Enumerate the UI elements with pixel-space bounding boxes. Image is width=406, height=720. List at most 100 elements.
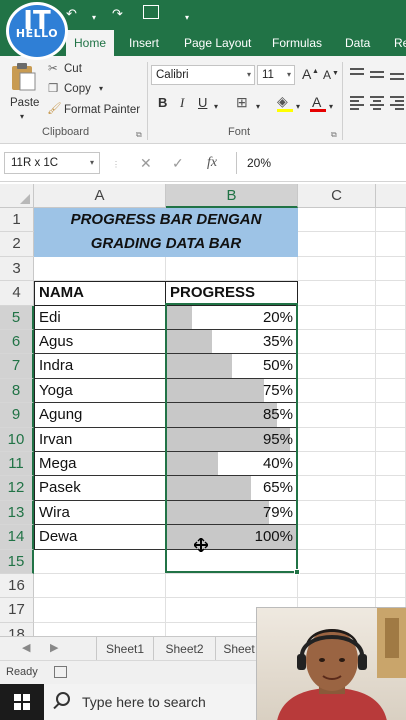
grid-cell[interactable] <box>376 232 406 257</box>
grid-cell[interactable] <box>166 574 298 599</box>
font-family-select[interactable]: Calibri ▾ <box>151 65 255 85</box>
font-size-select[interactable]: 11 ▾ <box>257 65 295 85</box>
row-header[interactable]: 9 <box>0 403 34 428</box>
insert-function-button[interactable]: fx <box>207 155 217 171</box>
grid-cell[interactable] <box>34 256 166 282</box>
tab-insert[interactable]: Insert <box>129 30 159 56</box>
grid-cell[interactable] <box>376 525 406 550</box>
name-cell[interactable]: Yoga <box>34 378 166 404</box>
row-header[interactable]: 13 <box>0 500 34 526</box>
form-icon[interactable] <box>143 5 159 19</box>
row-header[interactable]: 3 <box>0 256 34 282</box>
align-left-icon[interactable] <box>350 96 364 110</box>
grid-cell[interactable] <box>376 452 406 477</box>
font-launcher-icon[interactable]: ⧉ <box>331 128 337 142</box>
grid-cell[interactable] <box>376 281 406 306</box>
font-color-dropdown-icon[interactable]: ▾ <box>329 100 333 114</box>
progress-cell[interactable]: 79% <box>166 500 298 526</box>
tab-review[interactable]: Re <box>394 30 406 56</box>
shrink-font-button[interactable]: A <box>323 68 331 82</box>
row-header[interactable]: 2 <box>0 232 34 257</box>
grid-cell[interactable] <box>376 427 406 452</box>
fill-color-dropdown-icon[interactable]: ▾ <box>296 100 300 114</box>
select-all-button[interactable] <box>0 184 34 208</box>
grid-cell[interactable] <box>376 574 406 599</box>
macro-record-icon[interactable] <box>54 666 67 678</box>
column-header-b[interactable]: B <box>166 184 298 208</box>
progress-cell[interactable]: 35% <box>166 330 298 355</box>
cancel-icon[interactable]: ✕ <box>140 155 152 172</box>
progress-cell[interactable]: 65% <box>166 476 298 501</box>
sheet-next-icon[interactable]: ▶ <box>50 641 58 654</box>
name-cell[interactable]: Agung <box>34 403 166 428</box>
grow-font-button[interactable]: A <box>302 67 311 81</box>
borders-dropdown-icon[interactable]: ▾ <box>256 100 260 114</box>
cut-button[interactable]: Cut <box>64 62 82 76</box>
grid-cell[interactable] <box>298 305 376 330</box>
row-header[interactable]: 8 <box>0 378 34 404</box>
name-cell[interactable]: Indra <box>34 354 166 379</box>
name-cell[interactable]: Agus <box>34 330 166 355</box>
grid-cell[interactable] <box>298 208 376 233</box>
grid-cell[interactable] <box>298 232 376 257</box>
grid-cell[interactable] <box>376 330 406 355</box>
align-top-icon[interactable] <box>350 68 364 80</box>
column-header-d[interactable] <box>376 184 406 208</box>
copy-button[interactable]: Copy <box>64 82 91 96</box>
bold-button[interactable]: B <box>158 96 167 110</box>
grid-cell[interactable] <box>376 208 406 233</box>
progress-cell[interactable]: 20% <box>166 305 298 330</box>
grid-cell[interactable] <box>376 354 406 379</box>
name-cell[interactable]: Irvan <box>34 427 166 452</box>
undo-icon[interactable]: ↶ <box>66 6 77 22</box>
row-header[interactable]: 12 <box>0 476 34 501</box>
progress-cell[interactable]: 75% <box>166 378 298 404</box>
clipboard-launcher-icon[interactable]: ⧉ <box>136 128 142 142</box>
grid-cell[interactable] <box>298 378 376 404</box>
progress-cell[interactable]: 85% <box>166 403 298 428</box>
progress-cell[interactable]: 95% <box>166 427 298 452</box>
sheet-prev-icon[interactable]: ◀ <box>22 641 30 654</box>
sheet-tab-2[interactable]: Sheet2 <box>154 637 216 661</box>
row-header[interactable]: 4 <box>0 281 34 306</box>
formula-input[interactable]: 20% <box>236 152 406 174</box>
grid-cell[interactable] <box>166 549 298 574</box>
paste-button[interactable]: Paste ▾ <box>6 60 40 121</box>
grid-cell[interactable] <box>298 549 376 574</box>
column-header-c[interactable]: C <box>298 184 376 208</box>
grid-cell[interactable] <box>298 281 376 306</box>
redo-icon[interactable]: ↷ <box>112 6 123 22</box>
grid-cell[interactable] <box>376 549 406 574</box>
grid-cell[interactable] <box>298 525 376 550</box>
taskbar-search-box[interactable]: Type here to search <box>44 684 256 720</box>
name-cell[interactable]: Mega <box>34 452 166 477</box>
underline-button[interactable]: U <box>198 96 207 110</box>
grid-cell[interactable] <box>376 256 406 282</box>
font-color-button[interactable]: A <box>312 95 321 109</box>
row-header[interactable]: 1 <box>0 208 34 233</box>
row-header[interactable]: 7 <box>0 354 34 379</box>
grid-cell[interactable] <box>298 403 376 428</box>
tab-formulas[interactable]: Formulas <box>272 30 322 56</box>
grid-cell[interactable] <box>376 378 406 404</box>
row-header[interactable]: 6 <box>0 330 34 355</box>
row-header[interactable]: 10 <box>0 427 34 452</box>
row-header[interactable]: 15 <box>0 549 34 574</box>
header-progress[interactable]: PROGRESS <box>165 281 298 306</box>
grid-cell[interactable] <box>298 330 376 355</box>
sheet-title-line-1[interactable]: PROGRESS BAR DENGAN <box>34 208 298 233</box>
progress-cell[interactable]: 100% <box>166 525 298 550</box>
customize-qat-icon[interactable]: ▾ <box>185 10 189 26</box>
copy-dropdown-icon[interactable]: ▾ <box>99 82 103 96</box>
grid-cell[interactable] <box>376 500 406 526</box>
qat-dropdown-icon[interactable]: ▾ <box>92 10 96 26</box>
sheet-tab-1[interactable]: Sheet1 <box>96 637 154 661</box>
grid-cell[interactable] <box>298 500 376 526</box>
row-header[interactable]: 17 <box>0 598 34 623</box>
fill-color-icon[interactable]: ◈ <box>277 94 288 108</box>
enter-icon[interactable]: ✓ <box>172 155 184 172</box>
row-header[interactable]: 14 <box>0 525 34 550</box>
row-header[interactable]: 11 <box>0 452 34 477</box>
grid-cell[interactable] <box>298 476 376 501</box>
grid-cell[interactable] <box>376 305 406 330</box>
